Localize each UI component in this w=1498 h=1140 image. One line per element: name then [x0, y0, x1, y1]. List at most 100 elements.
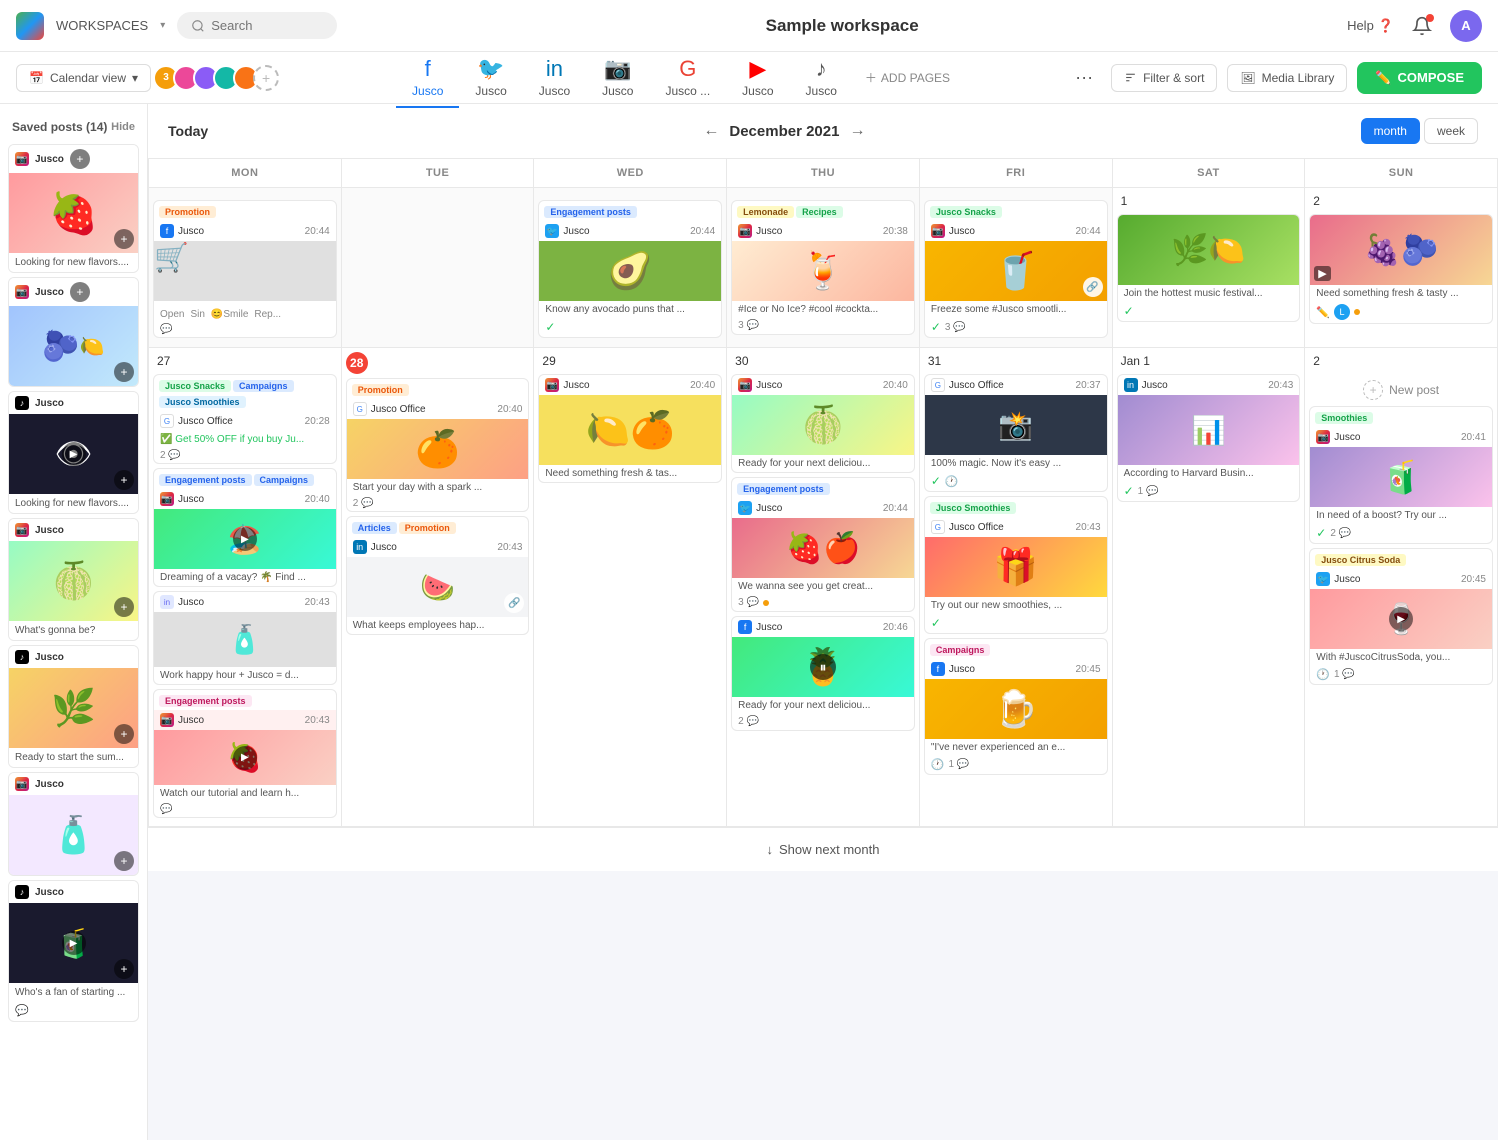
- post-card-30b-engagement[interactable]: Engagement posts 🐦 Jusco 20:44 🍓🍎 We wan…: [731, 477, 915, 612]
- calendar-view-label: Calendar view: [50, 71, 126, 85]
- calendar-view-button[interactable]: 📅 Calendar view ▾: [16, 64, 151, 92]
- today-marker: 28: [346, 352, 368, 374]
- post-card-fri-snacks[interactable]: Jusco Snacks 📷 Jusco 20:44 🥤 🔗 Freeze so…: [924, 200, 1108, 338]
- platform-tab-twitter[interactable]: 🐦 Jusco: [459, 48, 522, 108]
- post-card-27-c[interactable]: in Jusco 20:43 🧴 Work happy hour + Jusco…: [153, 591, 337, 685]
- goog-icon-31: G: [931, 378, 945, 392]
- post-card-29a[interactable]: 📷 Jusco 20:40 🍋🍊 Need something fresh & …: [538, 374, 722, 483]
- cal-cell-tue-w1: [342, 188, 535, 348]
- post-brand-31a: Jusco Office: [949, 380, 1072, 391]
- platform-tab-linkedin[interactable]: in Jusco: [523, 48, 586, 108]
- post-card-jan2b-citrus[interactable]: Jusco Citrus Soda 🐦 Jusco 20:45 🍷 ▶ With…: [1309, 548, 1493, 685]
- instagram-icon: 📷: [604, 56, 631, 82]
- post-caption-mojito: Join the hottest music festival...: [1118, 285, 1300, 302]
- edit-icon: ✏️: [1375, 70, 1391, 86]
- post-check-31a: ✓: [931, 474, 941, 488]
- post-brand-27c: Jusco: [178, 597, 301, 608]
- post-card-27-snacks[interactable]: Jusco SnacksCampaignsJusco Smoothies G J…: [153, 374, 337, 464]
- post-brand-29: Jusco: [563, 380, 686, 391]
- post-card-jan2a-smoothies[interactable]: Smoothies 📷 Jusco 20:41 🧃 In need of a b…: [1309, 406, 1493, 544]
- cal-cell-thu-30: 30 📷 Jusco 20:40 🍈 Ready for your next d…: [727, 348, 920, 827]
- search-bar[interactable]: [177, 12, 337, 39]
- play-27b[interactable]: ▶: [233, 527, 257, 551]
- post-caption-30a: Ready for your next deliciou...: [732, 455, 914, 472]
- post-card-30c[interactable]: f Jusco 20:46 🍍 ⏸ Ready for your next de…: [731, 616, 915, 731]
- avatar[interactable]: A: [1450, 10, 1482, 42]
- play-overlay-7[interactable]: ▶: [62, 931, 86, 955]
- platform-tab-youtube[interactable]: ▶ Jusco: [726, 48, 789, 108]
- platform-tab-facebook[interactable]: f Jusco: [396, 48, 459, 108]
- play-jan2b[interactable]: ▶: [1389, 607, 1413, 631]
- month-view-button[interactable]: month: [1361, 118, 1420, 144]
- post-thumb-30b: 🍓🍎: [732, 518, 914, 578]
- goog-icon-31b: G: [931, 520, 945, 534]
- si-platform-tt-7: ♪: [15, 885, 29, 899]
- post-time-31a: 20:37: [1076, 380, 1101, 391]
- post-card-31c-campaigns[interactable]: Campaigns f Jusco 20:45 🍺 "I've never ex…: [924, 638, 1108, 775]
- post-caption-28: Start your day with a spark ...: [347, 479, 529, 496]
- post-card-wed-engagement[interactable]: Engagement posts 🐦 Jusco 20:44 🥑 Know an…: [538, 200, 722, 338]
- add-to-calendar-6[interactable]: +: [114, 851, 134, 871]
- platform-tab-tiktok[interactable]: ♪ Jusco: [790, 48, 853, 108]
- add-member-button[interactable]: +: [253, 65, 279, 91]
- post-caption-jan2b: With #JuscoCitrusSoda, you...: [1310, 649, 1492, 666]
- post-time-27c: 20:43: [305, 597, 330, 608]
- add-to-calendar-5[interactable]: +: [114, 724, 134, 744]
- play-27d[interactable]: ▶: [233, 746, 257, 770]
- post-card-sat1-mojito[interactable]: 🌿🍋 Join the hottest music festival... ✓: [1117, 214, 1301, 322]
- add-button-1[interactable]: +: [70, 149, 90, 169]
- add-to-calendar-1[interactable]: +: [114, 229, 134, 249]
- google-icon-27: G: [160, 414, 174, 428]
- platform-tab-instagram[interactable]: 📷 Jusco: [586, 48, 649, 108]
- post-thumb-29: 🍋🍊: [539, 395, 721, 465]
- media-library-button[interactable]: 🖼 Media Library: [1227, 64, 1347, 92]
- add-to-calendar-7[interactable]: +: [114, 959, 134, 979]
- add-to-calendar-3[interactable]: +: [114, 470, 134, 490]
- post-caption-30b: We wanna see you get creat...: [732, 578, 914, 595]
- new-post-button[interactable]: + New post: [1309, 374, 1493, 406]
- view-toggle: month week: [1361, 118, 1478, 144]
- post-card-31b-smoothies[interactable]: Jusco Smoothies G Jusco Office 20:43 🎁 T…: [924, 496, 1108, 634]
- post-brand-27: Jusco Office: [178, 416, 301, 427]
- help-button[interactable]: Help ❓: [1347, 18, 1394, 34]
- week-view-button[interactable]: week: [1424, 118, 1478, 144]
- show-next-month-button[interactable]: ↓ Show next month: [767, 842, 880, 857]
- sidebar-item-7[interactable]: ♪ Jusco 🧃 ▶ + Who's a fan of starting ..…: [8, 880, 139, 1022]
- day-header-fri: FRI: [920, 159, 1113, 188]
- search-input[interactable]: [211, 18, 311, 33]
- post-card-mon-promo[interactable]: Promotion f Jusco 20:44 🛒 OpenSin😊SmileR…: [153, 200, 337, 338]
- add-pages-button[interactable]: ＋ ADD PAGES: [853, 61, 962, 94]
- sidebar-item-3[interactable]: ♪ Jusco 👁 ▶ + Looking for new flavors...…: [8, 391, 139, 514]
- platform-tab-google[interactable]: G Jusco ...: [649, 48, 726, 108]
- sidebar-item-4[interactable]: 📷 Jusco 🍈 + What's gonna be?: [8, 518, 139, 641]
- compose-button[interactable]: ✏️ COMPOSE: [1357, 62, 1482, 94]
- post-card-27-engagement[interactable]: Engagement postsCampaigns 📷 Jusco 20:40 …: [153, 468, 337, 587]
- filter-sort-button[interactable]: Filter & sort: [1111, 64, 1217, 92]
- post-card-31a[interactable]: G Jusco Office 20:37 📸 100% magic. Now i…: [924, 374, 1108, 492]
- add-button-2[interactable]: +: [70, 282, 90, 302]
- post-card-30a[interactable]: 📷 Jusco 20:40 🍈 Ready for your next deli…: [731, 374, 915, 473]
- sidebar-item-5[interactable]: ♪ Jusco 🌿 + Ready to start the sum...: [8, 645, 139, 768]
- sidebar-item-6[interactable]: 📷 Jusco 🧴 +: [8, 772, 139, 876]
- notification-button[interactable]: [1408, 12, 1436, 40]
- hide-button[interactable]: Hide: [111, 121, 135, 133]
- post-icon-li-jan1: in: [1124, 378, 1138, 392]
- post-time: 20:44: [305, 226, 330, 237]
- sidebar-item-2[interactable]: 📷 Jusco + 🫐 🍋 +: [8, 277, 139, 387]
- twitter-badge: L: [1334, 304, 1350, 320]
- post-card-28-promo[interactable]: Promotion G Jusco Office 20:40 🍊 Start y…: [346, 378, 530, 512]
- sidebar-item-1[interactable]: 📷 Jusco + 🍓 + Looking for new flavors...…: [8, 144, 139, 273]
- post-card-jan1a[interactable]: in Jusco 20:43 📊 According to Harvard Bu…: [1117, 374, 1301, 502]
- next-month-button[interactable]: →: [849, 122, 865, 140]
- more-options-button[interactable]: ···: [1067, 63, 1101, 92]
- prev-month-button[interactable]: ←: [703, 122, 719, 140]
- show-next-month-bar: ↓ Show next month: [148, 827, 1498, 871]
- post-card-27-d[interactable]: Engagement posts 📷 Jusco 20:43 🍓 ▶ Watch…: [153, 689, 337, 818]
- post-card-sun2-need-fresh[interactable]: 🍇🫐 ▶ Need something fresh & tasty ... ✏️…: [1309, 214, 1493, 324]
- add-to-calendar-4[interactable]: +: [114, 597, 134, 617]
- add-to-calendar-2[interactable]: +: [114, 362, 134, 382]
- post-card-28-articles[interactable]: ArticlesPromotion in Jusco 20:43 🍉 🔗 Wha…: [346, 516, 530, 635]
- post-card-thu-lemonade[interactable]: LemonadeRecipes 📷 Jusco 20:38 🍹 #Ice or …: [731, 200, 915, 335]
- play-overlay-3[interactable]: ▶: [62, 442, 86, 466]
- workspace-label[interactable]: WORKSPACES: [56, 18, 148, 33]
